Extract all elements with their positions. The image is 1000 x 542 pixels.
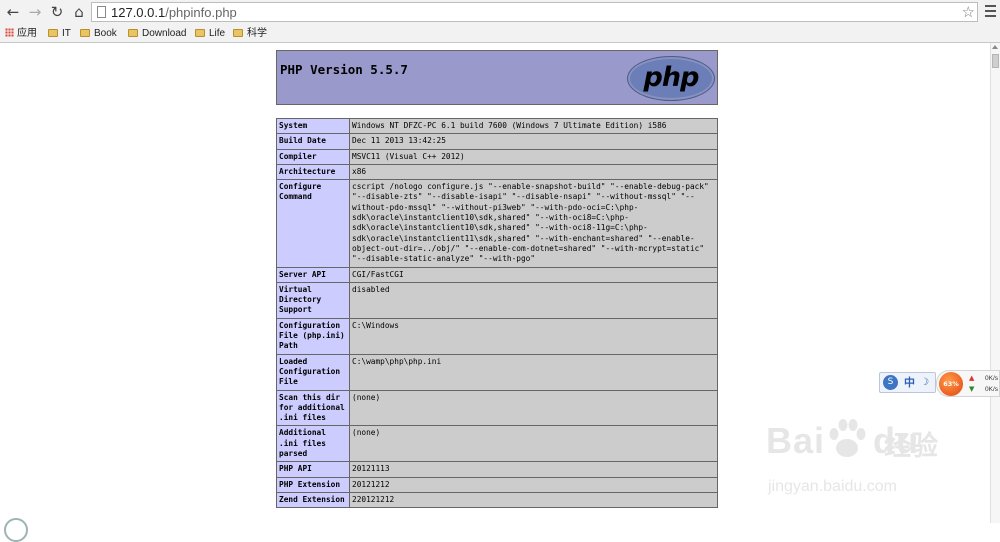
row-value: x86 bbox=[349, 163, 718, 181]
folder-icon bbox=[128, 29, 138, 37]
row-value: 20121212 bbox=[349, 476, 718, 493]
table-row: Additional .ini files parsed (none) bbox=[276, 425, 718, 463]
page-viewport: PHP Version 5.5.7 php System Windows NT D… bbox=[0, 43, 990, 523]
network-monitor[interactable]: 63% ▲ ▼ 0K/s 0K/s bbox=[936, 370, 1000, 397]
table-row: Architecture x86 bbox=[276, 163, 718, 181]
bookmark-folder-download[interactable]: Download bbox=[128, 27, 186, 40]
row-key: Zend Extension bbox=[276, 491, 350, 509]
forward-arrow-icon[interactable]: → bbox=[26, 3, 44, 21]
row-value: MSVC11 (Visual C++ 2012) bbox=[349, 148, 718, 165]
table-row: Virtual Directory Support disabled bbox=[276, 281, 718, 319]
bookmark-label: 科学 bbox=[247, 28, 267, 39]
row-value: (none) bbox=[349, 425, 718, 463]
row-key: System bbox=[276, 117, 350, 135]
row-key: PHP API bbox=[276, 461, 350, 478]
bookmark-star-icon[interactable]: ☆ bbox=[962, 3, 975, 21]
table-row: Configure Command cscript /nologo configu… bbox=[276, 179, 718, 268]
folder-icon bbox=[80, 29, 90, 37]
bookmark-label: 应用 bbox=[17, 28, 37, 39]
row-key: Virtual Directory Support bbox=[276, 281, 350, 319]
cpu-usage-ball[interactable]: 63% bbox=[939, 372, 963, 396]
folder-icon bbox=[233, 29, 243, 37]
row-key: Configure Command bbox=[276, 179, 350, 268]
browser-toolbar: ← → ↻ ⌂ 127.0.0.1/phpinfo.php ☆ bbox=[0, 0, 1000, 25]
table-row: System Windows NT DFZC-PC 6.1 build 7600 … bbox=[276, 117, 718, 135]
row-key: Architecture bbox=[276, 163, 350, 181]
url-text: 127.0.0.1/phpinfo.php bbox=[111, 4, 237, 21]
table-row: PHP Extension 20121212 bbox=[276, 476, 718, 493]
phpinfo-table-body: System Windows NT DFZC-PC 6.1 build 7600 … bbox=[276, 117, 718, 509]
row-key: Build Date bbox=[276, 133, 350, 150]
page-icon bbox=[97, 6, 106, 18]
row-value: 220121212 bbox=[349, 491, 718, 509]
row-value: disabled bbox=[349, 281, 718, 319]
ime-toolbar[interactable]: S 中 ☽ bbox=[879, 372, 936, 393]
row-key: Server API bbox=[276, 266, 350, 283]
bookmark-folder-science[interactable]: 科学 bbox=[233, 27, 267, 40]
bookmark-apps[interactable]: 应用 bbox=[5, 27, 37, 40]
php-header: PHP Version 5.5.7 php bbox=[276, 50, 718, 105]
row-key: Compiler bbox=[276, 148, 350, 165]
bookmark-folder-life[interactable]: Life bbox=[195, 27, 225, 40]
table-row: Loaded Configuration File C:\wamp\php\php… bbox=[276, 353, 718, 391]
ime-logo-icon[interactable]: S bbox=[883, 375, 898, 390]
row-value: C:\Windows bbox=[349, 317, 718, 355]
bookmark-label: IT bbox=[62, 28, 71, 39]
folder-icon bbox=[195, 29, 205, 37]
address-bar[interactable]: 127.0.0.1/phpinfo.php ☆ bbox=[91, 2, 978, 22]
row-key: Scan this dir for additional .ini files bbox=[276, 389, 350, 427]
bookmark-label: Life bbox=[209, 28, 226, 39]
table-row: Compiler MSVC11 (Visual C++ 2012) bbox=[276, 148, 718, 165]
php-logo-text: php bbox=[643, 62, 700, 93]
phpinfo-table: System Windows NT DFZC-PC 6.1 build 7600 … bbox=[276, 117, 718, 509]
row-value: Windows NT DFZC-PC 6.1 build 7600 (Windo… bbox=[349, 117, 718, 135]
download-arrow-icon: ▼ bbox=[969, 385, 975, 393]
bookmark-label: Book bbox=[94, 28, 117, 39]
half-width-moon-icon[interactable]: ☽ bbox=[920, 375, 929, 390]
row-value: C:\wamp\php\php.ini bbox=[349, 353, 718, 391]
url-path: /phpinfo.php bbox=[165, 5, 237, 20]
ime-mode-label[interactable]: 中 bbox=[904, 375, 915, 390]
row-value: cscript /nologo configure.js "--enable-s… bbox=[349, 179, 718, 268]
table-row: Zend Extension 220121212 bbox=[276, 491, 718, 509]
download-speed: 0K/s bbox=[985, 386, 999, 393]
scroll-thumb[interactable] bbox=[992, 54, 999, 68]
upload-arrow-icon: ▲ bbox=[969, 374, 975, 382]
url-host: 127.0.0.1 bbox=[111, 5, 166, 20]
vertical-scrollbar[interactable] bbox=[990, 43, 1000, 523]
table-row: Server API CGI/FastCGI bbox=[276, 266, 718, 283]
upload-speed: 0K/s bbox=[985, 375, 999, 382]
row-value: 20121113 bbox=[349, 461, 718, 478]
corner-circle-button[interactable] bbox=[4, 518, 28, 542]
row-value: Dec 11 2013 13:42:25 bbox=[349, 133, 718, 150]
table-row: Scan this dir for additional .ini files(… bbox=[276, 389, 718, 427]
scroll-up-arrow-icon[interactable] bbox=[992, 45, 998, 49]
home-icon[interactable]: ⌂ bbox=[70, 3, 88, 21]
reload-icon[interactable]: ↻ bbox=[48, 3, 66, 21]
back-arrow-icon[interactable]: ← bbox=[4, 3, 22, 21]
folder-icon bbox=[48, 29, 58, 37]
row-value: (none) bbox=[349, 389, 718, 427]
row-key: Additional .ini files parsed bbox=[276, 425, 350, 463]
row-key: PHP Extension bbox=[276, 476, 350, 493]
menu-icon[interactable] bbox=[985, 5, 996, 20]
row-key: Loaded Configuration File bbox=[276, 353, 350, 391]
php-logo: php bbox=[627, 56, 715, 101]
bookmark-label: Download bbox=[142, 28, 187, 39]
table-row: Build Date Dec 11 2013 13:42:25 bbox=[276, 133, 718, 150]
bookmarks-bar: 应用 IT Book Download Life 科学 bbox=[0, 25, 1000, 43]
table-row: PHP API 20121113 bbox=[276, 461, 718, 478]
apps-grid-icon bbox=[5, 28, 14, 37]
php-version-title: PHP Version 5.5.7 bbox=[280, 62, 408, 77]
row-key: Configuration File (php.ini) Path bbox=[276, 317, 350, 355]
row-value: CGI/FastCGI bbox=[349, 266, 718, 283]
bookmark-folder-it[interactable]: IT bbox=[48, 27, 71, 40]
bookmark-folder-book[interactable]: Book bbox=[80, 27, 117, 40]
table-row: Configuration File (php.ini) Path C:\Wind… bbox=[276, 317, 718, 355]
